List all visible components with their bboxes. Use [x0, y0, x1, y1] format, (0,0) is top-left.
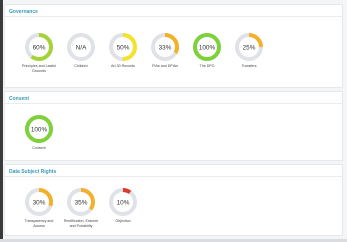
gauge-label: Transfers — [241, 64, 257, 68]
gauge-transfers[interactable]: 25% Transfers — [229, 32, 269, 69]
progress-ring: 35% — [67, 188, 95, 216]
gauge-value: 35% — [75, 199, 88, 206]
progress-ring: 33% — [151, 33, 179, 61]
gauge-label: Children — [74, 64, 88, 68]
gauge-label: Consent — [32, 146, 46, 150]
gauge-value: 30% — [33, 199, 46, 206]
progress-ring: 100% — [25, 115, 53, 143]
section-title: Data Subject Rights — [9, 169, 57, 175]
progress-ring: 100% — [193, 33, 221, 61]
gauge-label: Principles and Lawful Grounds — [22, 64, 56, 73]
gauge-label: The DPO — [199, 64, 215, 68]
section-divider — [5, 103, 342, 104]
gauge-the-dpo[interactable]: 100% The DPO — [187, 32, 227, 69]
gauge-principles-lawful-grounds[interactable]: 60% Principles and Lawful Grounds — [19, 32, 59, 73]
gauge-children[interactable]: N/A Children — [61, 32, 101, 69]
gauge-value: 25% — [243, 44, 256, 51]
gauge-label: Transparency and Access — [24, 219, 54, 228]
consent-panel: Consent 100% Consent — [4, 91, 343, 161]
progress-ring: N/A — [67, 33, 95, 61]
left-edge-bar — [0, 0, 3, 242]
governance-panel: Governance 60% Principles and Lawful Gro… — [4, 4, 343, 88]
section-title: Governance — [9, 9, 38, 15]
progress-ring: 10% — [109, 188, 137, 216]
gauge-label: PIAs and DPIAs — [152, 64, 178, 68]
progress-ring: 50% — [109, 33, 137, 61]
data-subject-rights-panel: Data Subject Rights 30% Transparency and… — [4, 164, 343, 236]
gauge-value: 33% — [159, 44, 172, 51]
gauge-art30-records[interactable]: 50% Art 30 Records — [103, 32, 143, 69]
gauge-consent[interactable]: 100% Consent — [19, 114, 59, 151]
gauge-rectification-erasure-portability[interactable]: 35% Rectification, Erasure and Portabili… — [61, 187, 101, 228]
gauge-label: Rectification, Erasure and Portability — [63, 219, 99, 228]
section-divider — [5, 16, 342, 17]
gauge-value: N/A — [76, 44, 87, 51]
gauge-value: 10% — [117, 199, 130, 206]
gauge-objection[interactable]: 10% Objection — [103, 187, 143, 224]
progress-ring: 25% — [235, 33, 263, 61]
gauge-value: 50% — [117, 44, 130, 51]
gauge-transparency-access[interactable]: 30% Transparency and Access — [19, 187, 59, 228]
gauge-label: Objection — [115, 219, 131, 223]
section-divider — [5, 176, 342, 177]
gauge-value: 100% — [31, 126, 48, 133]
section-title: Consent — [9, 96, 29, 102]
gauge-value: 60% — [33, 44, 46, 51]
gauge-label: Art 30 Records — [111, 64, 135, 68]
progress-ring: 30% — [25, 188, 53, 216]
gauge-value: 100% — [199, 44, 216, 51]
gauge-pias-dpias[interactable]: 33% PIAs and DPIAs — [145, 32, 185, 69]
progress-ring: 60% — [25, 33, 53, 61]
